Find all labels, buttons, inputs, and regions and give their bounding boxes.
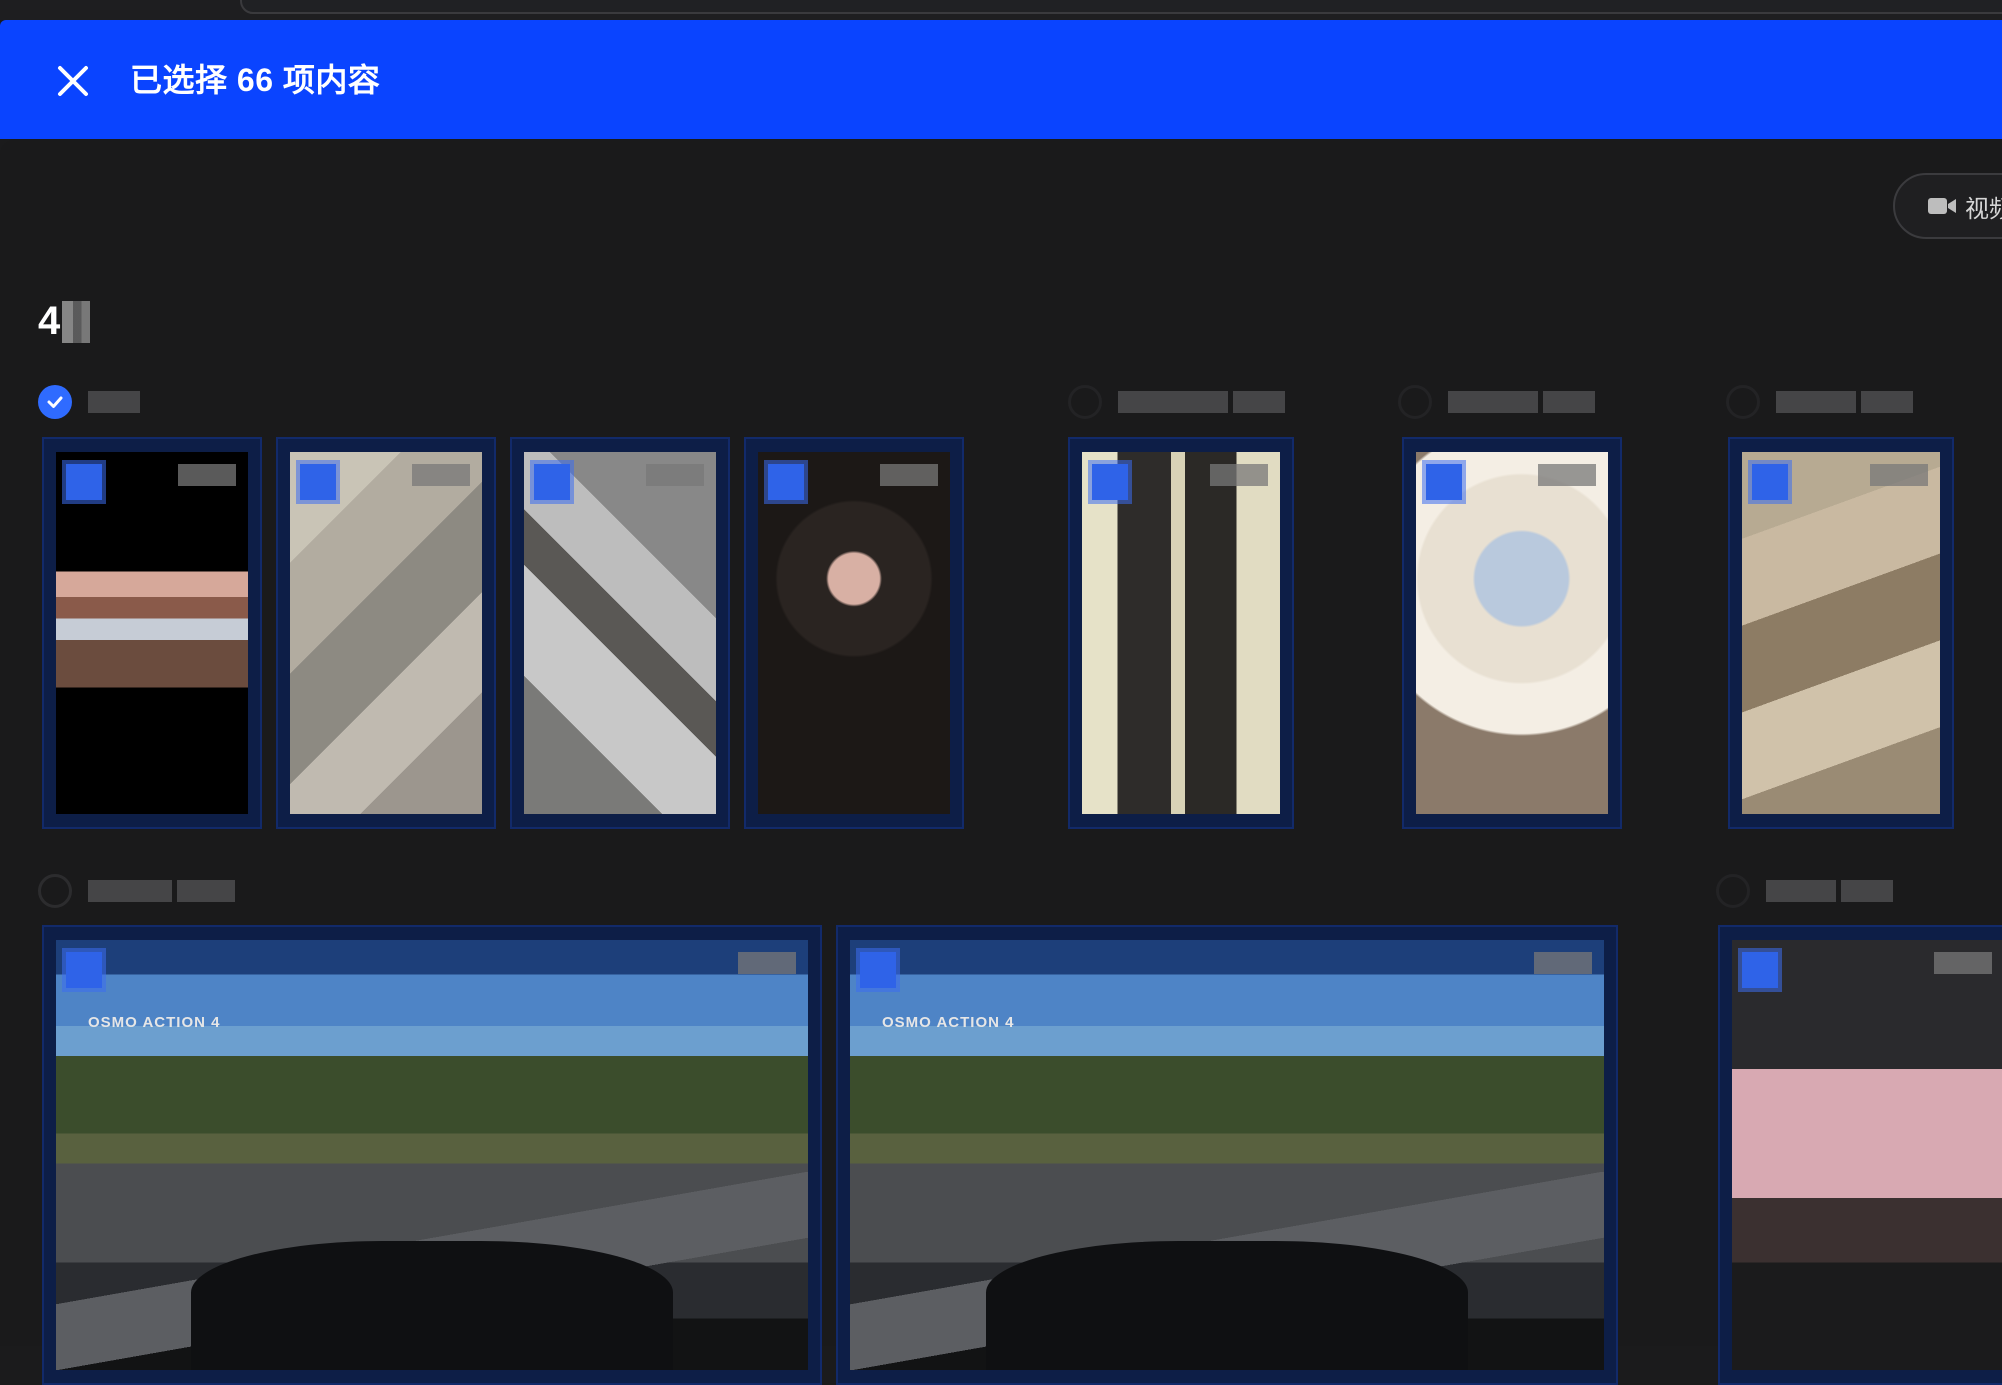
selected-badge[interactable] bbox=[1092, 464, 1128, 500]
date-label-redacted bbox=[1118, 391, 1285, 413]
close-icon bbox=[58, 66, 88, 96]
selected-badge[interactable] bbox=[1752, 464, 1788, 500]
month-heading: 4 bbox=[38, 299, 91, 344]
selected-badge[interactable] bbox=[1742, 952, 1778, 988]
video-filter-label: 视频 bbox=[1965, 195, 2002, 223]
group-select-checkbox[interactable] bbox=[1398, 385, 1432, 419]
group-select-checkbox[interactable] bbox=[1068, 385, 1102, 419]
media-tile[interactable]: OSMO ACTION 4 bbox=[836, 925, 1618, 1385]
selected-badge[interactable] bbox=[534, 464, 570, 500]
duration-badge bbox=[412, 464, 470, 486]
checkmark-icon bbox=[47, 396, 63, 408]
thumbnail: OSMO ACTION 4 bbox=[56, 940, 808, 1370]
address-bar[interactable] bbox=[240, 0, 2002, 14]
media-tile[interactable] bbox=[276, 437, 496, 829]
selected-badge[interactable] bbox=[768, 464, 804, 500]
group-select-checkbox[interactable] bbox=[1726, 385, 1760, 419]
date-label-redacted bbox=[88, 880, 235, 902]
media-tile[interactable] bbox=[1718, 925, 2002, 1385]
close-selection-button[interactable] bbox=[48, 56, 98, 106]
selection-count-title: 已选择 66 项内容 bbox=[130, 62, 381, 98]
camera-watermark: OSMO ACTION 4 bbox=[88, 1014, 221, 1031]
duration-badge bbox=[178, 464, 236, 486]
handlebar-graphic bbox=[985, 1241, 1469, 1370]
duration-badge bbox=[1934, 952, 1992, 974]
duration-badge bbox=[880, 464, 938, 486]
media-tile[interactable] bbox=[1068, 437, 1294, 829]
thumbnail bbox=[1742, 452, 1940, 814]
media-tile[interactable] bbox=[744, 437, 964, 829]
date-label-redacted bbox=[1766, 880, 1893, 902]
photo-library: 视频 4 OSMO ACTION 4 OSMO ACTION 4 bbox=[0, 139, 2002, 1385]
media-tile[interactable] bbox=[42, 437, 262, 829]
camera-watermark: OSMO ACTION 4 bbox=[882, 1014, 1015, 1031]
media-tile[interactable] bbox=[510, 437, 730, 829]
thumbnail bbox=[1416, 452, 1608, 814]
duration-badge bbox=[738, 952, 796, 974]
handlebar-graphic bbox=[191, 1241, 673, 1370]
duration-badge bbox=[1538, 464, 1596, 486]
date-label-redacted bbox=[1448, 391, 1595, 413]
thumbnail: OSMO ACTION 4 bbox=[850, 940, 1604, 1370]
month-number: 4 bbox=[38, 299, 61, 343]
selected-badge[interactable] bbox=[300, 464, 336, 500]
thumbnail bbox=[290, 452, 482, 814]
thumbnail bbox=[56, 452, 248, 814]
selected-badge[interactable] bbox=[860, 952, 896, 988]
selected-badge[interactable] bbox=[66, 464, 102, 500]
thumbnail bbox=[758, 452, 950, 814]
group-select-checkbox[interactable] bbox=[38, 874, 72, 908]
date-label-redacted bbox=[1776, 391, 1913, 413]
duration-badge bbox=[1534, 952, 1592, 974]
browser-top-strip bbox=[0, 0, 2002, 20]
thumbnail bbox=[524, 452, 716, 814]
thumbnail bbox=[1732, 940, 2002, 1370]
selection-bar: 已选择 66 项内容 bbox=[0, 20, 2002, 139]
month-suffix-redacted bbox=[62, 300, 91, 343]
group-select-checkbox[interactable] bbox=[1716, 874, 1750, 908]
selected-badge[interactable] bbox=[1426, 464, 1462, 500]
duration-badge bbox=[1210, 464, 1268, 486]
media-tile[interactable] bbox=[1728, 437, 1954, 829]
duration-badge bbox=[646, 464, 704, 486]
selected-badge[interactable] bbox=[66, 952, 102, 988]
video-camera-icon bbox=[1928, 198, 1956, 214]
video-filter-button[interactable]: 视频 bbox=[1893, 173, 2002, 239]
media-tile[interactable] bbox=[1402, 437, 1622, 829]
thumbnail bbox=[1082, 452, 1280, 814]
group-select-checkbox[interactable] bbox=[38, 385, 72, 419]
date-label-redacted bbox=[88, 391, 140, 413]
media-tile[interactable]: OSMO ACTION 4 bbox=[42, 925, 822, 1385]
duration-badge bbox=[1870, 464, 1928, 486]
